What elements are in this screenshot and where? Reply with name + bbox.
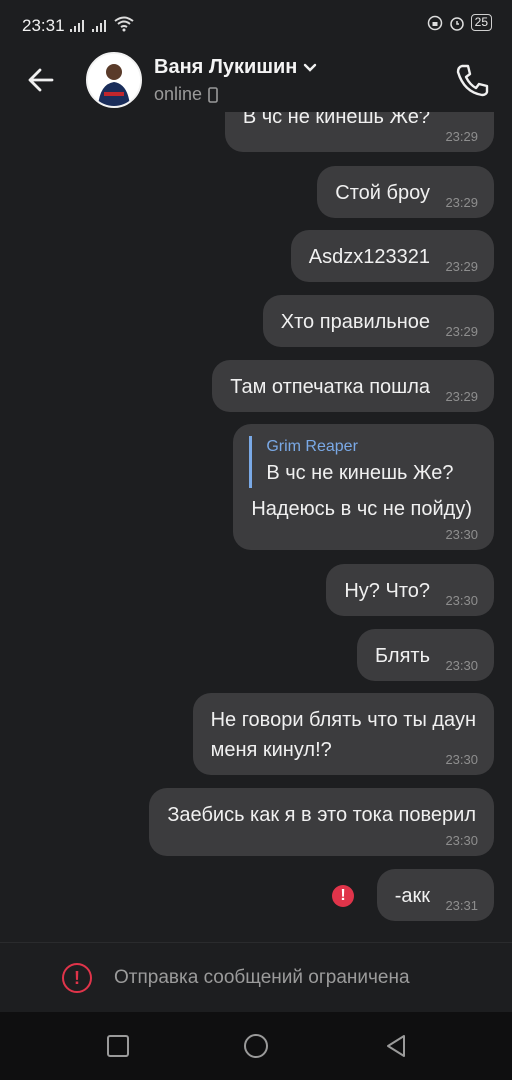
message-text: В чс не кинешь Же? xyxy=(242,112,430,128)
message-text: Asdzx123321 xyxy=(308,246,430,268)
reply-author: Grim Reaper xyxy=(266,438,358,455)
message-time: 23:30 xyxy=(445,752,478,767)
message-text: Надеюсь в чс не пойду) xyxy=(251,498,472,520)
message-text-line-1: Не говори блять что ты даун xyxy=(210,709,476,731)
avatar-image xyxy=(88,54,140,106)
message-time: 23:30 xyxy=(445,527,478,542)
chat-header: Ваня Лукишин online xyxy=(0,52,512,112)
system-nav-bar xyxy=(0,1012,512,1080)
message-text-line-2: меня кинул!? xyxy=(210,739,332,761)
message-time: 23:29 xyxy=(445,129,478,144)
message-list[interactable]: В чс не кинешь Же? 23:29 Стой броу 23:29… xyxy=(0,112,512,942)
lock-rotation-icon xyxy=(427,15,442,30)
message-bubble[interactable]: Блять 23:30 xyxy=(357,629,494,681)
signal-icon xyxy=(70,20,84,32)
back-arrow-icon[interactable] xyxy=(22,60,62,100)
contact-status: online xyxy=(154,84,218,105)
message-failed-icon[interactable]: ! xyxy=(332,885,354,907)
status-time: 23:31 xyxy=(22,16,65,35)
message-time: 23:30 xyxy=(445,593,478,608)
message-bubble[interactable]: Стой броу 23:29 xyxy=(317,166,494,218)
message-time: 23:30 xyxy=(445,658,478,673)
message-bubble-reply[interactable]: Grim Reaper В чс не кинешь Же? Надеюсь в… xyxy=(233,424,494,550)
battery-icon: 25 xyxy=(470,14,492,31)
wifi-icon xyxy=(114,16,134,32)
reply-quote[interactable]: Grim Reaper В чс не кинешь Же? xyxy=(249,436,472,488)
status-label: online xyxy=(154,84,203,104)
mobile-device-icon xyxy=(208,86,218,103)
chevron-down-icon xyxy=(304,63,317,72)
contact-name-label: Ваня Лукишин xyxy=(154,56,298,78)
message-bubble[interactable]: Заебись как я в это тока поверил 23:30 xyxy=(149,788,494,856)
message-time: 23:31 xyxy=(445,898,478,913)
message-bubble[interactable]: Asdzx123321 23:29 xyxy=(290,230,494,282)
message-bubble[interactable]: Не говори блять что ты даун меня кинул!?… xyxy=(192,693,494,775)
status-bar: 23:31 25 xyxy=(0,0,512,52)
restriction-text: Отправка сообщений ограничена xyxy=(114,967,410,988)
alarm-icon xyxy=(449,16,464,31)
message-bubble-failed[interactable]: -акк 23:31 xyxy=(376,869,494,921)
home-circle-icon[interactable] xyxy=(242,1032,270,1060)
status-left-icons xyxy=(70,16,134,32)
contact-name[interactable]: Ваня Лукишин xyxy=(154,56,317,79)
back-triangle-icon[interactable] xyxy=(382,1032,410,1060)
message-time: 23:30 xyxy=(445,833,478,848)
message-text: Там отпечатка пошла xyxy=(230,376,430,398)
message-time: 23:29 xyxy=(445,259,478,274)
warning-icon: ! xyxy=(62,963,92,993)
message-bubble[interactable]: В чс не кинешь Же? 23:29 xyxy=(224,112,494,152)
avatar[interactable] xyxy=(86,52,142,108)
message-text: Заебись как я в это тока поверил xyxy=(167,804,476,826)
message-time: 23:29 xyxy=(445,195,478,210)
reply-text: В чс не кинешь Же? xyxy=(266,462,454,484)
message-text: Ну? Что? xyxy=(344,580,430,602)
message-text: Стой броу xyxy=(335,182,430,204)
message-bubble[interactable]: Хто правильное 23:29 xyxy=(262,295,494,347)
message-bubble[interactable]: Там отпечатка пошла 23:29 xyxy=(212,360,494,412)
signal-icon-2 xyxy=(92,20,106,32)
status-right-icons: 25 xyxy=(427,14,492,31)
phone-call-icon[interactable] xyxy=(452,60,492,100)
message-text: Блять xyxy=(375,645,430,667)
message-time: 23:29 xyxy=(445,389,478,404)
restriction-bar: ! Отправка сообщений ограничена xyxy=(0,942,512,1013)
message-text: Хто правильное xyxy=(280,311,430,333)
recents-square-icon[interactable] xyxy=(104,1032,132,1060)
message-bubble[interactable]: Ну? Что? 23:30 xyxy=(326,564,494,616)
message-text: -акк xyxy=(394,885,430,907)
message-time: 23:29 xyxy=(445,324,478,339)
